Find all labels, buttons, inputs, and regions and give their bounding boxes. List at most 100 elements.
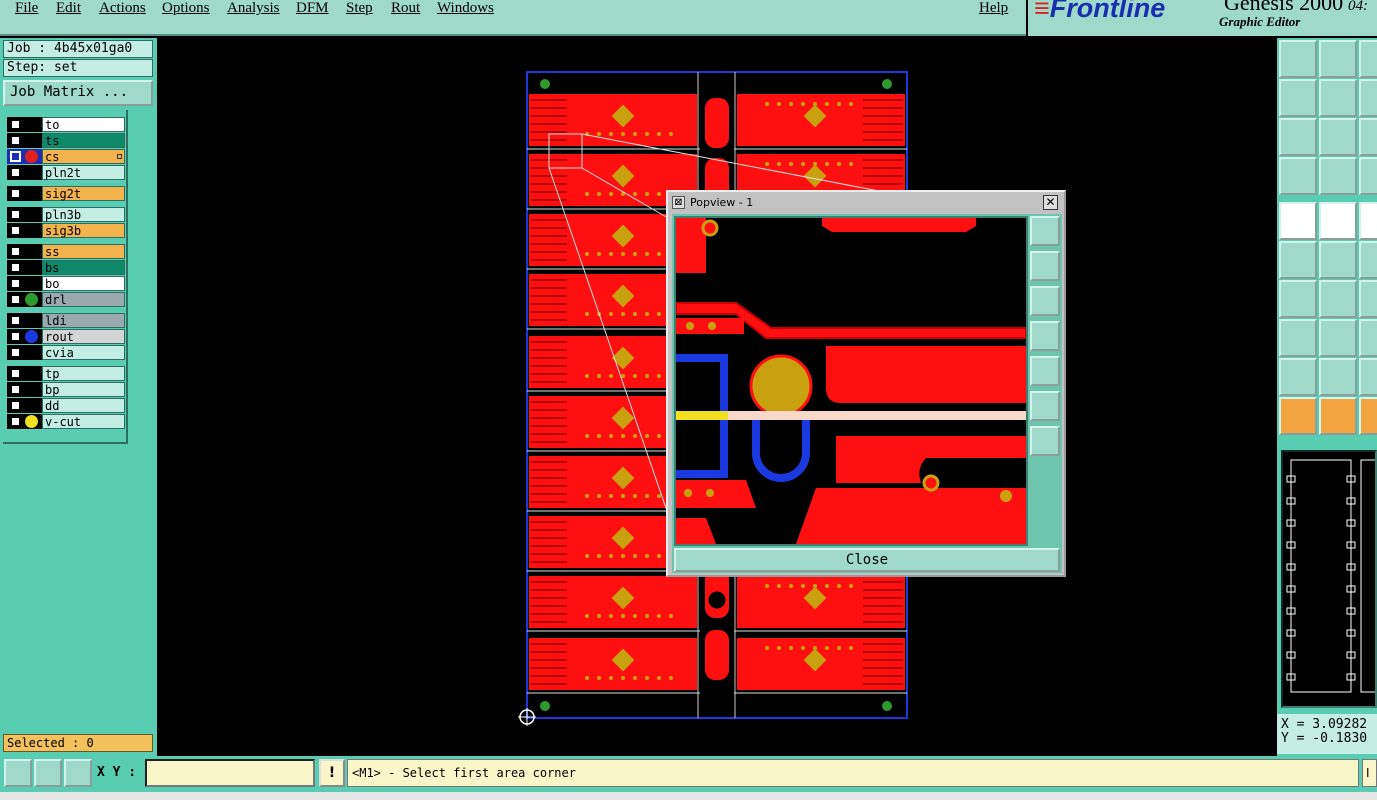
exclamation-icon[interactable]: ! [319, 759, 345, 787]
menu-dfm[interactable]: DFM [296, 0, 329, 17]
layer-name[interactable]: bp [42, 382, 125, 397]
menu-step[interactable]: Step [346, 0, 373, 17]
layer-checkbox[interactable] [10, 368, 21, 379]
feature-info-icon[interactable] [1359, 202, 1377, 240]
popview-pan-right-button[interactable] [1030, 356, 1060, 386]
layer-checkbox[interactable] [10, 119, 21, 130]
popview-zoom-view[interactable] [674, 216, 1028, 546]
popview-pan-left-button[interactable] [1030, 321, 1060, 351]
layer-row-to[interactable]: to [5, 117, 125, 132]
layer-checkbox[interactable] [10, 278, 21, 289]
layer-name[interactable]: ldi [42, 313, 125, 328]
layer-row-dd[interactable]: dd [5, 398, 125, 413]
pointer-icon[interactable] [1279, 397, 1317, 435]
layer-name[interactable]: dd [42, 398, 125, 413]
popview-zoom-out-button[interactable] [1030, 426, 1060, 456]
popview-pan-up-button[interactable] [1030, 251, 1060, 281]
line-icon[interactable] [1319, 280, 1357, 318]
net-icon[interactable] [1279, 241, 1317, 279]
layer-name[interactable]: ts [42, 133, 125, 148]
menu-help[interactable]: Help [979, 0, 1008, 17]
menu-rout[interactable]: Rout [391, 0, 420, 17]
undo-icon[interactable] [1359, 79, 1377, 117]
layer-row-sig3b[interactable]: sig3b [5, 223, 125, 238]
layer-name[interactable]: pln3b [42, 207, 125, 222]
menu-windows[interactable]: Windows [437, 0, 494, 17]
layer-checkbox[interactable] [10, 135, 21, 146]
overview-map[interactable] [1281, 450, 1377, 708]
layer-row-sig2t[interactable]: sig2t [5, 186, 125, 201]
zoom-area-icon[interactable] [4, 759, 32, 787]
menu-options[interactable]: Options [162, 0, 210, 17]
close-button[interactable]: Close [674, 548, 1060, 572]
layer-row-bs[interactable]: bs [5, 260, 125, 275]
layer-checkbox[interactable] [10, 294, 21, 305]
layer-row-pln3b[interactable]: pln3b [5, 207, 125, 222]
grid-snap-icon[interactable] [64, 759, 92, 787]
layer-row-ts[interactable]: ts [5, 133, 125, 148]
pan-right-icon[interactable] [1319, 79, 1357, 117]
layer-row-bp[interactable]: bp [5, 382, 125, 397]
layer-row-drl[interactable]: drl [5, 292, 125, 307]
layer-checkbox[interactable] [10, 347, 21, 358]
select-feature-icon[interactable] [1279, 202, 1317, 240]
menu-edit[interactable]: Edit [56, 0, 81, 17]
layer-row-cs[interactable]: cs [5, 149, 125, 164]
angle-icon[interactable] [1279, 280, 1317, 318]
triangle-icon[interactable] [1279, 358, 1317, 396]
layer-checkbox[interactable] [10, 331, 21, 342]
pan-up-icon[interactable] [1279, 40, 1317, 78]
layer-checkbox[interactable] [10, 151, 21, 162]
grid-icon[interactable] [1319, 157, 1357, 195]
layer-row-bo[interactable]: bo [5, 276, 125, 291]
extend-icon[interactable] [1359, 319, 1377, 357]
layer-row-pln2t[interactable]: pln2t [5, 165, 125, 180]
area-select-icon[interactable] [1319, 397, 1357, 435]
edit-feature-icon[interactable] [1319, 202, 1357, 240]
window-menu-icon[interactable]: ⊠ [672, 196, 685, 209]
layer-name[interactable]: drl [42, 292, 125, 307]
delete-icon[interactable] [1319, 241, 1357, 279]
job-matrix-button[interactable]: Job Matrix ... [3, 80, 153, 106]
layer-name[interactable]: bs [42, 260, 125, 275]
measure-angle-icon[interactable] [34, 759, 62, 787]
lasso-icon[interactable] [1359, 397, 1377, 435]
segment-icon[interactable] [1319, 319, 1357, 357]
zoom-1-1-icon[interactable] [1359, 118, 1377, 156]
menu-analysis[interactable]: Analysis [227, 0, 280, 17]
layer-name[interactable]: cvia [42, 345, 125, 360]
layer-row-rout[interactable]: rout [5, 329, 125, 344]
layer-name[interactable]: ss [42, 244, 125, 259]
layer-name[interactable]: sig2t [42, 186, 125, 201]
menu-actions[interactable]: Actions [99, 0, 146, 17]
layer-checkbox[interactable] [10, 188, 21, 199]
layer-name[interactable]: pln2t [42, 165, 125, 180]
rotate-icon[interactable] [1359, 40, 1377, 78]
delta-icon[interactable] [1319, 358, 1357, 396]
layer-checkbox[interactable] [10, 209, 21, 220]
layer-name[interactable]: v-cut [42, 414, 125, 429]
arrow-icon[interactable] [1359, 280, 1377, 318]
menu-file[interactable]: File [15, 0, 38, 17]
close-icon[interactable]: ✕ [1043, 195, 1058, 210]
layer-name[interactable]: to [42, 117, 125, 132]
layer-row-ldi[interactable]: ldi [5, 313, 125, 328]
xy-input[interactable] [145, 759, 315, 787]
layer-checkbox[interactable] [10, 315, 21, 326]
layer-name[interactable]: bo [42, 276, 125, 291]
pan-left-icon[interactable] [1279, 79, 1317, 117]
measure-icon[interactable] [1279, 157, 1317, 195]
layer-name[interactable]: cs [42, 149, 125, 164]
layer-name[interactable]: sig3b [42, 223, 125, 238]
layer-row-tp[interactable]: tp [5, 366, 125, 381]
zoom-home-icon[interactable] [1319, 118, 1357, 156]
layer-checkbox[interactable] [10, 167, 21, 178]
layer-checkbox[interactable] [10, 262, 21, 273]
pan-down-icon[interactable] [1319, 40, 1357, 78]
layer-row-cvia[interactable]: cvia [5, 345, 125, 360]
layer-checkbox[interactable] [10, 416, 21, 427]
layer-checkbox[interactable] [10, 246, 21, 257]
snap-icon[interactable] [1359, 157, 1377, 195]
zoom-fit-icon[interactable] [1279, 118, 1317, 156]
popview-pan-down-button[interactable] [1030, 286, 1060, 316]
